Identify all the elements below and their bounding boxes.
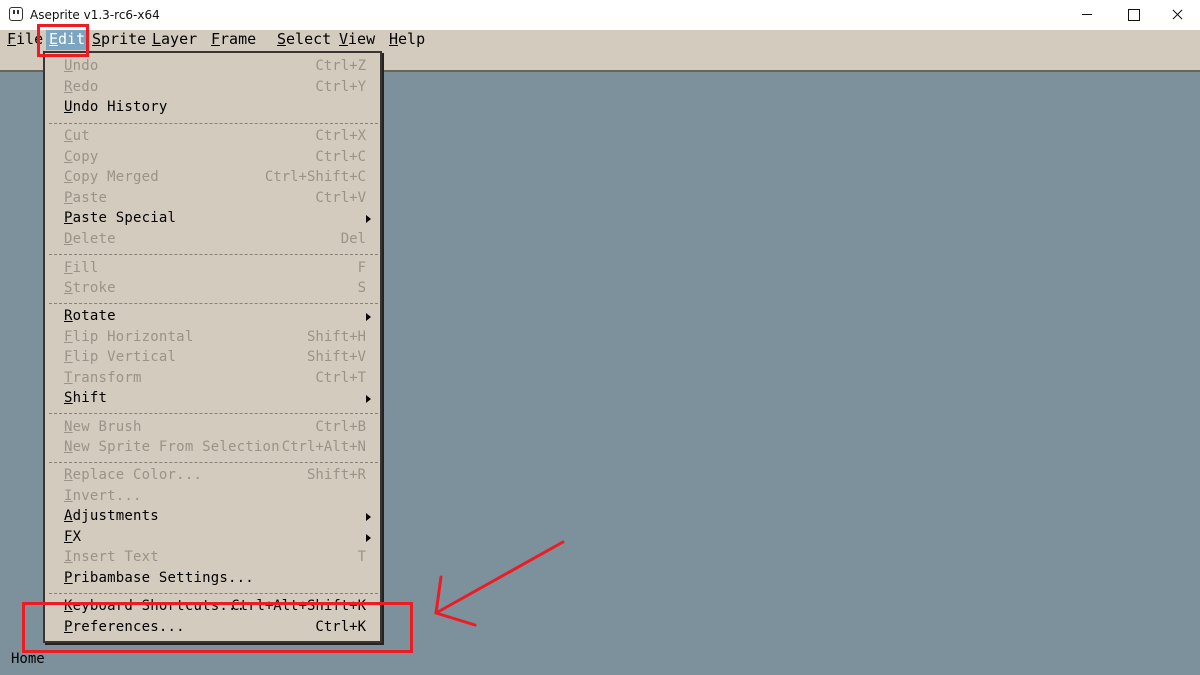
annotation-arrow-icon <box>434 540 565 627</box>
